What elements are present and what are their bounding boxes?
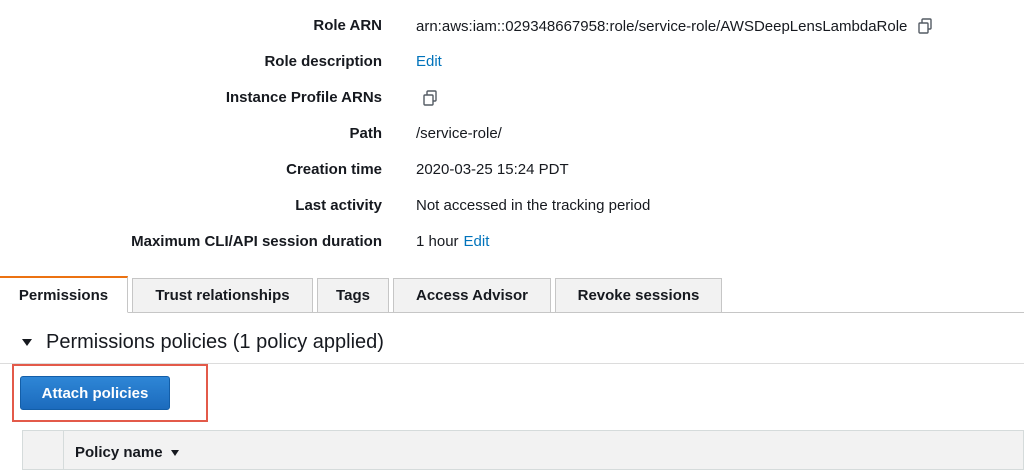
role-arn-value: arn:aws:iam::029348667958:role/service-r… — [416, 17, 908, 35]
instance-profile-label: Instance Profile ARNs — [225, 89, 382, 106]
session-duration-value: 1 hour — [416, 233, 459, 250]
tab-access-advisor[interactable]: Access Advisor — [393, 278, 551, 313]
policy-name-header-label: Policy name — [75, 444, 163, 461]
instance-profile-value — [416, 89, 440, 107]
copy-icon[interactable] — [422, 89, 440, 107]
tab-tags[interactable]: Tags — [317, 278, 389, 313]
row-last-activity: Last activity Not accessed in the tracki… — [0, 180, 1024, 216]
creation-time-value: 2020-03-25 15:24 PDT — [416, 161, 569, 178]
tab-revoke-sessions[interactable]: Revoke sessions — [555, 278, 722, 313]
select-all-cell — [23, 431, 64, 469]
role-arn-label: Role ARN — [313, 17, 382, 34]
role-description-edit-link[interactable]: Edit — [416, 53, 442, 70]
row-creation-time: Creation time 2020-03-25 15:24 PDT — [0, 144, 1024, 180]
path-value: /service-role/ — [416, 125, 502, 142]
role-description-value: Edit — [416, 53, 442, 70]
last-activity-label: Last activity — [295, 197, 382, 214]
row-role-arn: Role ARN arn:aws:iam::029348667958:role/… — [0, 0, 1024, 36]
tab-trust-relationships[interactable]: Trust relationships — [132, 278, 313, 313]
row-session-duration: Maximum CLI/API session duration 1 hour … — [0, 216, 1024, 252]
policies-table-header: Policy name — [22, 430, 1024, 470]
last-activity-value: Not accessed in the tracking period — [416, 197, 651, 214]
tab-permissions[interactable]: Permissions — [0, 276, 128, 313]
row-role-description: Role description Edit — [0, 36, 1024, 72]
row-path: Path /service-role/ — [0, 108, 1024, 144]
session-duration-edit-link[interactable]: Edit — [464, 233, 490, 250]
role-description-label: Role description — [264, 53, 382, 70]
permissions-policies-title: Permissions policies (1 policy applied) — [46, 331, 384, 353]
role-arn-value-wrap: arn:aws:iam::029348667958:role/service-r… — [416, 17, 935, 35]
permissions-policies-toggle[interactable]: Permissions policies (1 policy applied) — [22, 331, 384, 354]
policy-name-column-header[interactable]: Policy name — [75, 444, 179, 461]
path-label: Path — [349, 125, 382, 142]
caret-down-icon — [22, 339, 32, 346]
role-tabs: Permissions Trust relationships Tags Acc… — [0, 276, 1024, 313]
attach-policies-button[interactable]: Attach policies — [20, 376, 170, 410]
row-instance-profile: Instance Profile ARNs — [0, 72, 1024, 108]
session-duration-value-wrap: 1 hour Edit — [416, 233, 489, 250]
creation-time-label: Creation time — [286, 161, 382, 178]
copy-icon[interactable] — [917, 17, 935, 35]
sort-down-icon — [170, 449, 179, 456]
session-duration-label: Maximum CLI/API session duration — [131, 233, 382, 250]
